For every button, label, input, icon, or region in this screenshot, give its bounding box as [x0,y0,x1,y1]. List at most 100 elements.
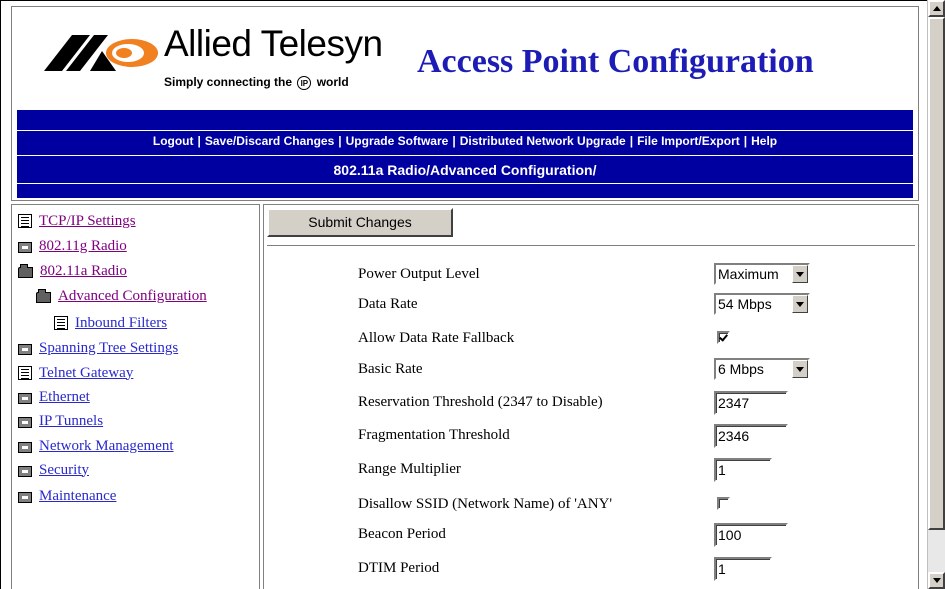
field-row-basic-rate: Basic Rate 6 Mbps [358,358,918,382]
nav-links: Logout | Save/Discard Changes | Upgrade Soft… [17,134,913,152]
allow-data-rate-fallback-checkbox[interactable] [717,331,730,344]
field-row-power-output-level: Power Output Level Maximum [358,263,918,287]
field-row-disallow-ssid-any: Disallow SSID (Network Name) of 'ANY' [358,493,918,517]
field-row-beacon-period: Beacon Period 100 [358,523,918,547]
tree-item-label: Inbound Filters [75,314,168,331]
folder-icon [18,441,32,453]
ip-circle-icon: IP [297,75,312,90]
tree-item-maintenance[interactable]: Maintenance [18,486,116,506]
tree-item-label: Ethernet [39,388,90,405]
header: Allied Telesyn Simply connecting the IP … [11,6,919,201]
tree-item-ip-tunnels[interactable]: IP Tunnels [18,411,103,431]
disallow-ssid-any-checkbox[interactable] [717,497,730,510]
field-row-dtim-period: DTIM Period 1 [358,557,918,581]
reservation-threshold-input[interactable]: 2347 [714,391,788,415]
select-value: Maximum [718,266,779,282]
nav-link-distributed-upgrade[interactable]: Distributed Network Upgrade [460,134,626,148]
folder-icon [18,491,32,503]
nav-separator: | [197,134,201,148]
field-label: Disallow SSID (Network Name) of 'ANY' [358,496,613,512]
tree-item-label: 802.11g Radio [39,237,127,254]
tree-item-label: TCP/IP Settings [39,212,136,229]
folder-icon [18,343,32,355]
divider [267,245,915,249]
tree-item-label: 802.11a Radio [40,262,127,279]
browser-frame: Allied Telesyn Simply connecting the IP … [0,0,945,589]
field-label: DTIM Period [358,560,440,576]
field-row-reservation-threshold: Reservation Threshold (2347 to Disable) … [358,391,918,415]
tree-item-spanning-tree-settings[interactable]: Spanning Tree Settings [18,338,178,358]
document-icon [18,214,32,228]
select-value: 6 Mbps [718,361,764,377]
folder-icon [18,416,32,428]
breadcrumb: 802.11a Radio/Advanced Configuration/ [333,162,597,178]
nav-link-logout[interactable]: Logout [153,134,194,148]
field-row-fragmentation-threshold: Fragmentation Threshold 2346 [358,424,918,448]
nav-divider [17,155,913,156]
logo-area: Allied Telesyn Simply connecting the IP … [14,9,918,109]
field-label: Allow Data Rate Fallback [358,330,515,346]
brand-name: Allied Telesyn [164,23,383,64]
tree-item-security[interactable]: Security [18,460,89,480]
tree-item-label: Advanced Configuration [58,287,207,304]
document-icon [54,316,68,330]
folder-open-icon [18,263,33,278]
brand-tagline: Simply connecting the IP world [164,75,349,90]
tree-item-tcpip-settings[interactable]: TCP/IP Settings [18,211,136,231]
tree-item-label: Network Management [39,437,174,454]
app-title: Access Point Configuration [417,43,814,80]
folder-icon [18,241,32,253]
tree-item-ethernet[interactable]: Ethernet [18,387,90,407]
basic-rate-select[interactable]: 6 Mbps [714,358,810,380]
tree-item-telnet-gateway[interactable]: Telnet Gateway [18,363,133,383]
document-icon [18,366,32,380]
range-multiplier-input[interactable]: 1 [714,458,772,482]
field-label: Basic Rate [358,361,423,377]
scrollbar-thumb[interactable] [928,17,945,530]
tree-item-label: IP Tunnels [39,412,104,429]
nav-link-file-import-export[interactable]: File Import/Export [637,134,740,148]
nav-link-help[interactable]: Help [751,134,777,148]
field-label: Range Multiplier [358,461,461,477]
tree-item-network-management[interactable]: Network Management [18,436,174,456]
tree-item-label: Maintenance [39,487,117,504]
select-value: 54 Mbps [718,296,772,312]
submit-changes-button[interactable]: Submit Changes [267,208,453,237]
data-rate-select[interactable]: 54 Mbps [714,293,810,315]
field-label: Beacon Period [358,526,446,542]
nav-divider [17,130,913,131]
tree-item-label: Spanning Tree Settings [39,339,179,356]
tree-item-80211a-radio[interactable]: 802.11a Radio [18,261,127,281]
tree-item-80211g-radio[interactable]: 802.11g Radio [18,236,127,256]
beacon-period-input[interactable]: 100 [714,523,788,547]
field-label: Data Rate [358,296,418,312]
config-panel: Submit Changes Power Output Level Maximu… [263,204,919,589]
scroll-up-arrow-icon[interactable] [928,0,945,17]
field-row-range-multiplier: Range Multiplier 1 [358,458,918,482]
vertical-scrollbar[interactable] [927,0,945,589]
nav-separator: | [743,134,748,148]
chevron-down-icon [792,265,808,283]
field-row-allow-data-rate-fallback: Allow Data Rate Fallback [358,327,918,351]
field-label: Power Output Level [358,266,480,282]
power-output-level-select[interactable]: Maximum [714,263,810,285]
folder-icon [18,392,32,404]
fragmentation-threshold-input[interactable]: 2346 [714,424,788,448]
tree-item-inbound-filters[interactable]: Inbound Filters [54,313,167,333]
chevron-down-icon [792,295,808,313]
nav-link-save-discard[interactable]: Save/Discard Changes [205,134,334,148]
dtim-period-input[interactable]: 1 [714,557,772,581]
nav-divider [17,183,913,184]
tree-item-advanced-configuration[interactable]: Advanced Configuration [36,286,207,306]
nav-separator: | [338,134,342,148]
scroll-down-arrow-icon[interactable] [928,572,945,589]
nav-link-upgrade-software[interactable]: Upgrade Software [346,134,449,148]
nav-tree: TCP/IP Settings 802.11g Radio 802.11a Ra… [11,204,260,589]
field-row-data-rate: Data Rate 54 Mbps [358,293,918,317]
nav-separator: | [452,134,456,148]
page: Allied Telesyn Simply connecting the IP … [0,0,927,589]
chevron-down-icon [792,360,808,378]
folder-open-icon [36,288,51,303]
allied-telesyn-logo [44,35,158,71]
folder-icon [18,465,32,477]
